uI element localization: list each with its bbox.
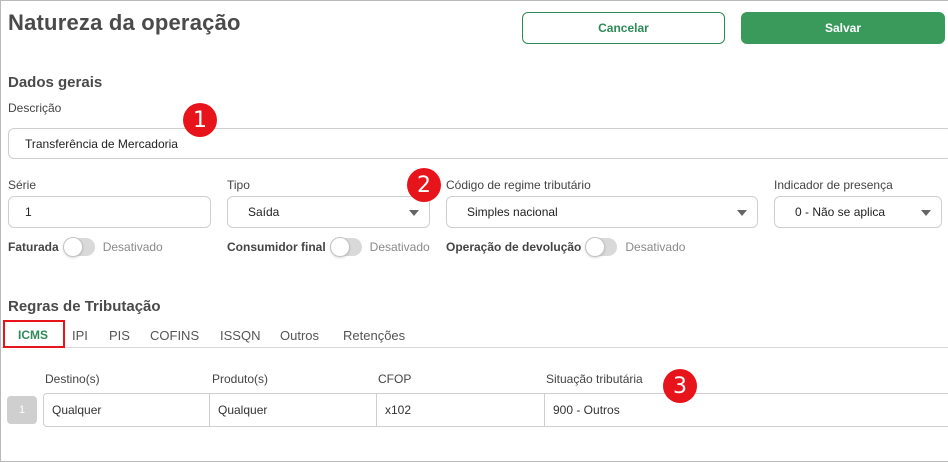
cell-destino: Qualquer: [44, 394, 210, 426]
presenca-label: Indicador de presença: [774, 178, 893, 192]
chevron-down-icon: [737, 210, 747, 216]
tab-highlight-box: [3, 320, 65, 348]
tab-retencoes[interactable]: Retenções: [343, 328, 405, 343]
page-title: Natureza da operação: [8, 10, 241, 35]
descricao-input[interactable]: Transferência de Mercadoria: [8, 128, 948, 159]
cell-cfop: x102: [377, 394, 545, 426]
tipo-select[interactable]: Saída: [227, 196, 430, 228]
tipo-value: Saída: [248, 205, 280, 219]
regime-select[interactable]: Simples nacional: [446, 196, 758, 228]
descricao-value: Transferência de Mercadoria: [25, 136, 178, 151]
switch-knob: [585, 237, 606, 257]
devolucao-toggle-row: Operação de devolução Desativado: [446, 237, 686, 257]
faturada-state: Desativado: [102, 240, 163, 254]
faturada-label: Faturada: [8, 240, 59, 254]
faturada-toggle-row: Faturada Desativado: [8, 237, 163, 257]
switch-knob: [62, 237, 83, 257]
column-header-cfop: CFOP: [378, 372, 412, 386]
devolucao-state: Desativado: [625, 240, 686, 254]
presenca-value: 0 - Não se aplica: [795, 205, 886, 219]
row-index-badge[interactable]: 1: [7, 396, 37, 424]
regime-label: Código de regime tributário: [446, 178, 591, 192]
cancel-button[interactable]: Cancelar: [522, 12, 725, 44]
presenca-select[interactable]: 0 - Não se aplica: [774, 196, 942, 228]
tab-outros[interactable]: Outros: [280, 328, 319, 343]
consumidor-final-state: Desativado: [369, 240, 430, 254]
tab-ipi[interactable]: IPI: [72, 328, 88, 343]
switch-knob: [329, 237, 350, 257]
faturada-switch[interactable]: [62, 237, 95, 257]
consumidor-final-label: Consumidor final: [227, 240, 326, 254]
annotation-marker-1: 1: [183, 103, 217, 137]
annotation-marker-2: 2: [407, 168, 441, 202]
tab-cofins[interactable]: COFINS: [150, 328, 199, 343]
descricao-label: Descrição: [8, 101, 62, 115]
serie-value: 1: [25, 205, 32, 219]
chevron-down-icon: [921, 210, 931, 216]
serie-input[interactable]: 1: [8, 196, 211, 228]
consumidor-final-switch[interactable]: [329, 237, 362, 257]
table-row[interactable]: Qualquer Qualquer x102 900 - Outros: [43, 393, 948, 427]
cell-situacao: 900 - Outros: [553, 403, 620, 417]
section-title-regras-tributacao: Regras de Tributação: [8, 298, 161, 315]
column-header-situacao: Situação tributária: [546, 372, 643, 386]
tab-issqn[interactable]: ISSQN: [220, 328, 260, 343]
annotation-marker-3: 3: [663, 369, 697, 403]
devolucao-switch[interactable]: [585, 237, 618, 257]
regime-value: Simples nacional: [467, 205, 558, 219]
serie-label: Série: [8, 178, 37, 192]
tipo-label: Tipo: [227, 178, 250, 192]
devolucao-label: Operação de devolução: [446, 240, 582, 254]
consumidor-final-toggle-row: Consumidor final Desativado: [227, 237, 430, 257]
cell-produto: Qualquer: [210, 394, 377, 426]
tab-pis[interactable]: PIS: [109, 328, 130, 343]
chevron-down-icon: [409, 210, 419, 216]
tax-tabs: ICMS IPI PIS COFINS ISSQN Outros Retençõ…: [0, 322, 948, 348]
column-header-produto: Produto(s): [212, 372, 269, 386]
section-title-dados-gerais: Dados gerais: [8, 74, 103, 91]
save-button[interactable]: Salvar: [741, 12, 945, 44]
column-header-destino: Destino(s): [45, 372, 100, 386]
